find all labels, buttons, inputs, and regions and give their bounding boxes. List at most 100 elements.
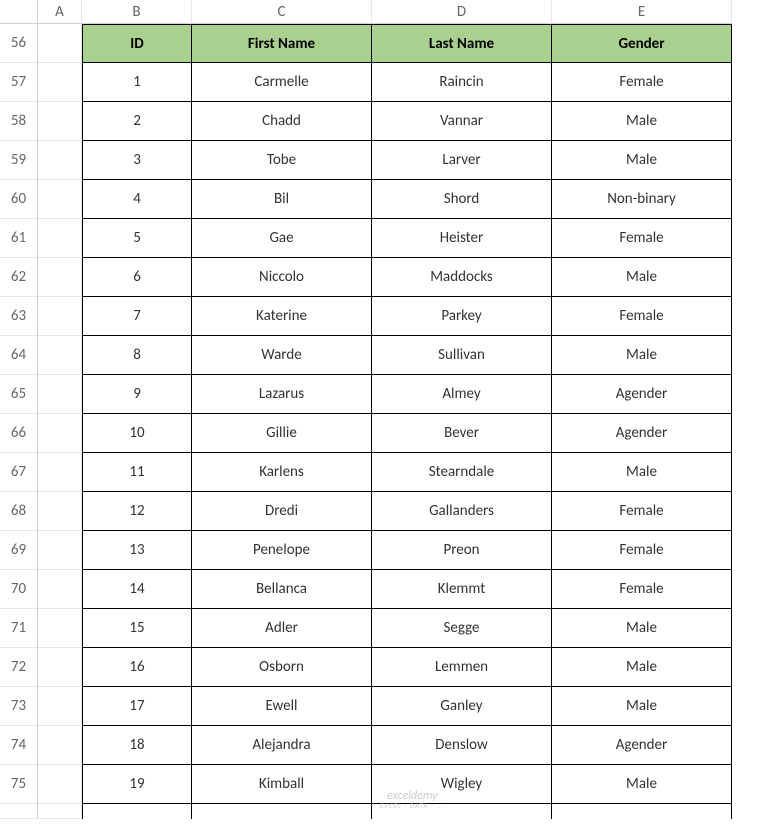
corner-cell[interactable]	[0, 0, 38, 24]
cell[interactable]	[38, 765, 82, 804]
cell[interactable]: Lemmen	[372, 648, 552, 687]
cell[interactable]	[38, 609, 82, 648]
cell[interactable]	[38, 297, 82, 336]
cell[interactable]: Katerine	[192, 297, 372, 336]
cell[interactable]	[82, 804, 192, 819]
cell[interactable]	[38, 375, 82, 414]
cell[interactable]: Ganley	[372, 687, 552, 726]
cell[interactable]: Male	[552, 336, 732, 375]
cell[interactable]	[38, 24, 82, 63]
cell[interactable]: Agender	[552, 726, 732, 765]
row-header[interactable]: 60	[0, 180, 38, 219]
row-header[interactable]: 70	[0, 570, 38, 609]
cell[interactable]: 15	[82, 609, 192, 648]
row-header[interactable]: 73	[0, 687, 38, 726]
cell[interactable]: Agender	[552, 414, 732, 453]
cell[interactable]: 18	[82, 726, 192, 765]
cell[interactable]: 6	[82, 258, 192, 297]
cell[interactable]: Almey	[372, 375, 552, 414]
cell[interactable]: Segge	[372, 609, 552, 648]
cell[interactable]	[372, 804, 552, 819]
cell[interactable]	[38, 141, 82, 180]
cell[interactable]: Female	[552, 219, 732, 258]
cell[interactable]	[38, 258, 82, 297]
cell[interactable]: Male	[552, 141, 732, 180]
cell[interactable]: Gallanders	[372, 492, 552, 531]
cell[interactable]	[38, 336, 82, 375]
cell[interactable]	[38, 687, 82, 726]
cell[interactable]: 10	[82, 414, 192, 453]
cell[interactable]: Vannar	[372, 102, 552, 141]
cell[interactable]: 5	[82, 219, 192, 258]
cell[interactable]	[38, 453, 82, 492]
row-header[interactable]: 57	[0, 63, 38, 102]
cell[interactable]: Stearndale	[372, 453, 552, 492]
column-header-A[interactable]: A	[38, 0, 82, 24]
cell[interactable]: 11	[82, 453, 192, 492]
cell[interactable]	[38, 63, 82, 102]
column-header-E[interactable]: E	[552, 0, 732, 24]
cell[interactable]: Tobe	[192, 141, 372, 180]
cell[interactable]: Warde	[192, 336, 372, 375]
cell[interactable]: Female	[552, 492, 732, 531]
cell[interactable]: Male	[552, 102, 732, 141]
cell[interactable]: Gae	[192, 219, 372, 258]
cell[interactable]: Penelope	[192, 531, 372, 570]
cell[interactable]: Adler	[192, 609, 372, 648]
cell[interactable]: Dredi	[192, 492, 372, 531]
cell[interactable]: Female	[552, 531, 732, 570]
row-header[interactable]: 72	[0, 648, 38, 687]
cell[interactable]: Larver	[372, 141, 552, 180]
cell[interactable]: 12	[82, 492, 192, 531]
cell[interactable]: 13	[82, 531, 192, 570]
row-header[interactable]: 75	[0, 765, 38, 804]
cell[interactable]: 2	[82, 102, 192, 141]
cell[interactable]: Bellanca	[192, 570, 372, 609]
cell[interactable]: 14	[82, 570, 192, 609]
cell[interactable]: Agender	[552, 375, 732, 414]
cell[interactable]: 7	[82, 297, 192, 336]
row-header[interactable]: 58	[0, 102, 38, 141]
cell[interactable]: Niccolo	[192, 258, 372, 297]
cell[interactable]	[38, 102, 82, 141]
cell[interactable]: Male	[552, 648, 732, 687]
cell[interactable]	[38, 180, 82, 219]
cell[interactable]: 19	[82, 765, 192, 804]
cell[interactable]	[38, 648, 82, 687]
cell[interactable]: Maddocks	[372, 258, 552, 297]
cell[interactable]: Lazarus	[192, 375, 372, 414]
cell[interactable]: Raincin	[372, 63, 552, 102]
cell[interactable]	[38, 219, 82, 258]
cell[interactable]: Gillie	[192, 414, 372, 453]
row-header[interactable]	[0, 804, 38, 819]
cell[interactable]: Last Name	[372, 24, 552, 63]
cell[interactable]	[38, 531, 82, 570]
cell[interactable]: 3	[82, 141, 192, 180]
cell[interactable]: Male	[552, 609, 732, 648]
cell[interactable]: Male	[552, 765, 732, 804]
cell[interactable]: Shord	[372, 180, 552, 219]
row-header[interactable]: 61	[0, 219, 38, 258]
row-header[interactable]: 63	[0, 297, 38, 336]
row-header[interactable]: 67	[0, 453, 38, 492]
cell[interactable]	[38, 570, 82, 609]
cell[interactable]	[38, 414, 82, 453]
row-header[interactable]: 71	[0, 609, 38, 648]
cell[interactable]: Carmelle	[192, 63, 372, 102]
cell[interactable]: Heister	[372, 219, 552, 258]
row-header[interactable]: 68	[0, 492, 38, 531]
cell[interactable]: Preon	[372, 531, 552, 570]
cell[interactable]: 17	[82, 687, 192, 726]
column-header-D[interactable]: D	[372, 0, 552, 24]
cell[interactable]: Parkey	[372, 297, 552, 336]
row-header[interactable]: 69	[0, 531, 38, 570]
cell[interactable]: Kimball	[192, 765, 372, 804]
cell[interactable]: 1	[82, 63, 192, 102]
cell[interactable]: Sullivan	[372, 336, 552, 375]
cell[interactable]: Osborn	[192, 648, 372, 687]
column-header-B[interactable]: B	[82, 0, 192, 24]
row-header[interactable]: 65	[0, 375, 38, 414]
cell[interactable]: Wigley	[372, 765, 552, 804]
cell[interactable]: Ewell	[192, 687, 372, 726]
cell[interactable]: Non-binary	[552, 180, 732, 219]
